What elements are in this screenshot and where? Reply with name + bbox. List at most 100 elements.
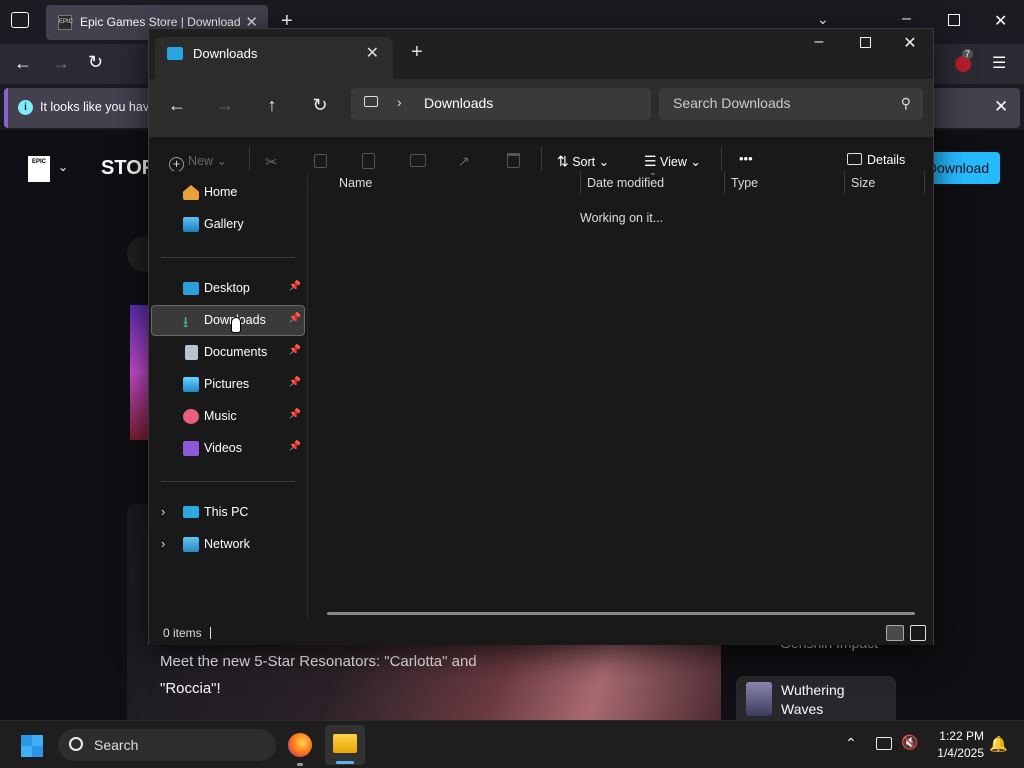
pin-icon[interactable]: 📌 (289, 441, 301, 452)
close-button[interactable]: ✕ (890, 33, 930, 53)
tab-overflow-chevron-icon[interactable]: ⌄ (817, 11, 829, 28)
horizontal-scrollbar[interactable] (327, 612, 915, 615)
view-label: View (660, 155, 687, 169)
delete-icon[interactable] (507, 153, 520, 168)
new-button[interactable]: + New ⌄ (169, 153, 227, 172)
this-pc-icon (183, 506, 199, 518)
column-header-type[interactable]: Type (731, 176, 758, 190)
sidebar-item-documents[interactable]: Documents 📌 (151, 337, 305, 368)
pin-icon[interactable]: 📌 (289, 345, 301, 356)
minimize-button[interactable]: – (799, 33, 839, 51)
status-bar: 0 items (149, 621, 933, 645)
column-divider[interactable] (844, 171, 845, 195)
column-header-date-modified[interactable]: Date modified (587, 176, 664, 190)
sidebar-item-home[interactable]: Home (151, 177, 305, 208)
search-input[interactable]: Search Downloads ⚲ (659, 88, 923, 120)
sidebar-item-music[interactable]: Music 📌 (151, 401, 305, 432)
sidebar-item-gallery[interactable]: Gallery (151, 209, 305, 240)
refresh-icon[interactable]: ↻ (305, 95, 335, 116)
notifications-bell-icon[interactable]: 🔔 (989, 735, 1008, 753)
promo-thumbnail[interactable] (130, 305, 150, 440)
column-header-size[interactable]: Size (851, 176, 875, 190)
notice-close-icon[interactable]: ✕ (994, 97, 1008, 117)
show-hidden-icons-chevron-icon[interactable]: ⌃ (845, 735, 857, 752)
volume-icon[interactable]: 🔇 (901, 734, 918, 751)
forward-arrow-icon[interactable]: → (210, 95, 240, 116)
notice-text: It looks like you have (40, 100, 157, 114)
sidebar-item-desktop[interactable]: Desktop 📌 (151, 273, 305, 304)
windows-start-icon[interactable] (20, 734, 44, 758)
desktop-icon (183, 282, 199, 295)
file-explorer-window: Downloads ✕ + – ✕ ← → ↑ ↻ › Downloads Se… (148, 28, 934, 645)
nav-pane-divider (307, 171, 308, 621)
epic-logo-chevron-icon[interactable]: ⌄ (58, 160, 68, 174)
sidebar-item-label: Music (204, 409, 237, 423)
clock-time[interactable]: 1:22 PM (930, 729, 984, 743)
more-options-button[interactable]: ••• (739, 151, 753, 166)
column-header-name[interactable]: Name (339, 176, 372, 190)
sidebar-item-this-pc[interactable]: › This PC (151, 497, 305, 528)
explorer-tab-title: Downloads (193, 46, 258, 61)
nav-divider (161, 257, 295, 258)
firefox-icon[interactable] (288, 733, 312, 757)
browser-restore-button[interactable] (948, 14, 960, 26)
nav-divider (161, 481, 295, 482)
large-icons-view-icon[interactable] (910, 625, 926, 641)
status-divider (210, 627, 211, 639)
maximize-button[interactable] (845, 35, 885, 53)
pin-icon[interactable]: 📌 (289, 313, 301, 324)
up-arrow-icon[interactable]: ↑ (257, 95, 287, 116)
explorer-active-indicator (336, 761, 354, 764)
forward-arrow-icon[interactable]: → (52, 53, 70, 74)
browser-minimize-button[interactable]: – (902, 10, 911, 28)
mouse-cursor-icon (231, 317, 241, 333)
monitor-icon (167, 47, 183, 60)
back-arrow-icon[interactable]: ← (162, 95, 192, 116)
back-arrow-icon[interactable]: ← (14, 53, 32, 74)
epic-logo[interactable]: EPIC (28, 156, 50, 182)
details-view-icon[interactable] (886, 625, 904, 641)
column-divider[interactable] (724, 171, 725, 195)
sort-button[interactable]: ⇅ Sort ⌄ (557, 153, 609, 170)
tab-list-icon[interactable] (11, 12, 29, 28)
taskbar-search[interactable]: Search (58, 729, 276, 761)
file-explorer-taskbar-button[interactable] (325, 725, 365, 765)
browser-close-button[interactable]: ✕ (994, 11, 1007, 31)
sidebar-item-downloads[interactable]: ⭳ Downloads 📌 (151, 305, 305, 336)
column-divider[interactable] (580, 171, 581, 195)
paste-icon[interactable] (362, 153, 375, 169)
sidebar-item-videos[interactable]: Videos 📌 (151, 433, 305, 464)
pin-icon[interactable]: 📌 (289, 409, 301, 420)
browser-menu-icon[interactable]: ☰ (992, 53, 1006, 73)
chevron-down-icon: ⌄ (598, 155, 610, 169)
details-button[interactable]: Details (847, 153, 905, 167)
sidebar-item-label: Pictures (204, 377, 250, 391)
game-thumbnail (746, 682, 772, 716)
extensions-badge: 7 (962, 49, 974, 59)
cut-icon[interactable]: ✂ (265, 153, 278, 171)
reload-icon[interactable]: ↻ (88, 52, 103, 73)
sidebar-item-pictures[interactable]: Pictures 📌 (151, 369, 305, 400)
address-bar[interactable]: › Downloads (351, 88, 651, 120)
share-icon[interactable]: ↗ (458, 153, 470, 170)
pin-icon[interactable]: 📌 (289, 281, 301, 292)
tab-close-icon[interactable]: ✕ (366, 43, 379, 63)
new-tab-button[interactable]: + (411, 41, 423, 64)
navigation-pane: Home Gallery Desktop 📌 ⭳ Downloads 📌 Doc… (149, 171, 307, 621)
clock-date[interactable]: 1/4/2025 (930, 746, 984, 760)
rename-icon[interactable] (410, 154, 426, 167)
chevron-right-icon[interactable]: › (161, 504, 165, 519)
address-location[interactable]: Downloads (424, 95, 493, 111)
network-status-icon[interactable] (876, 737, 892, 750)
chevron-right-icon[interactable]: › (397, 94, 402, 110)
search-icon (69, 737, 83, 751)
column-divider[interactable] (924, 171, 925, 195)
copy-icon[interactable] (314, 154, 327, 168)
chevron-right-icon[interactable]: › (161, 536, 165, 551)
home-icon (183, 185, 199, 200)
explorer-tab-downloads[interactable]: Downloads ✕ (155, 37, 393, 79)
side-game-item[interactable]: Wuthering Waves (736, 676, 896, 726)
sidebar-item-network[interactable]: › Network (151, 529, 305, 560)
pin-icon[interactable]: 📌 (289, 377, 301, 388)
sidebar-item-label: This PC (204, 505, 249, 519)
